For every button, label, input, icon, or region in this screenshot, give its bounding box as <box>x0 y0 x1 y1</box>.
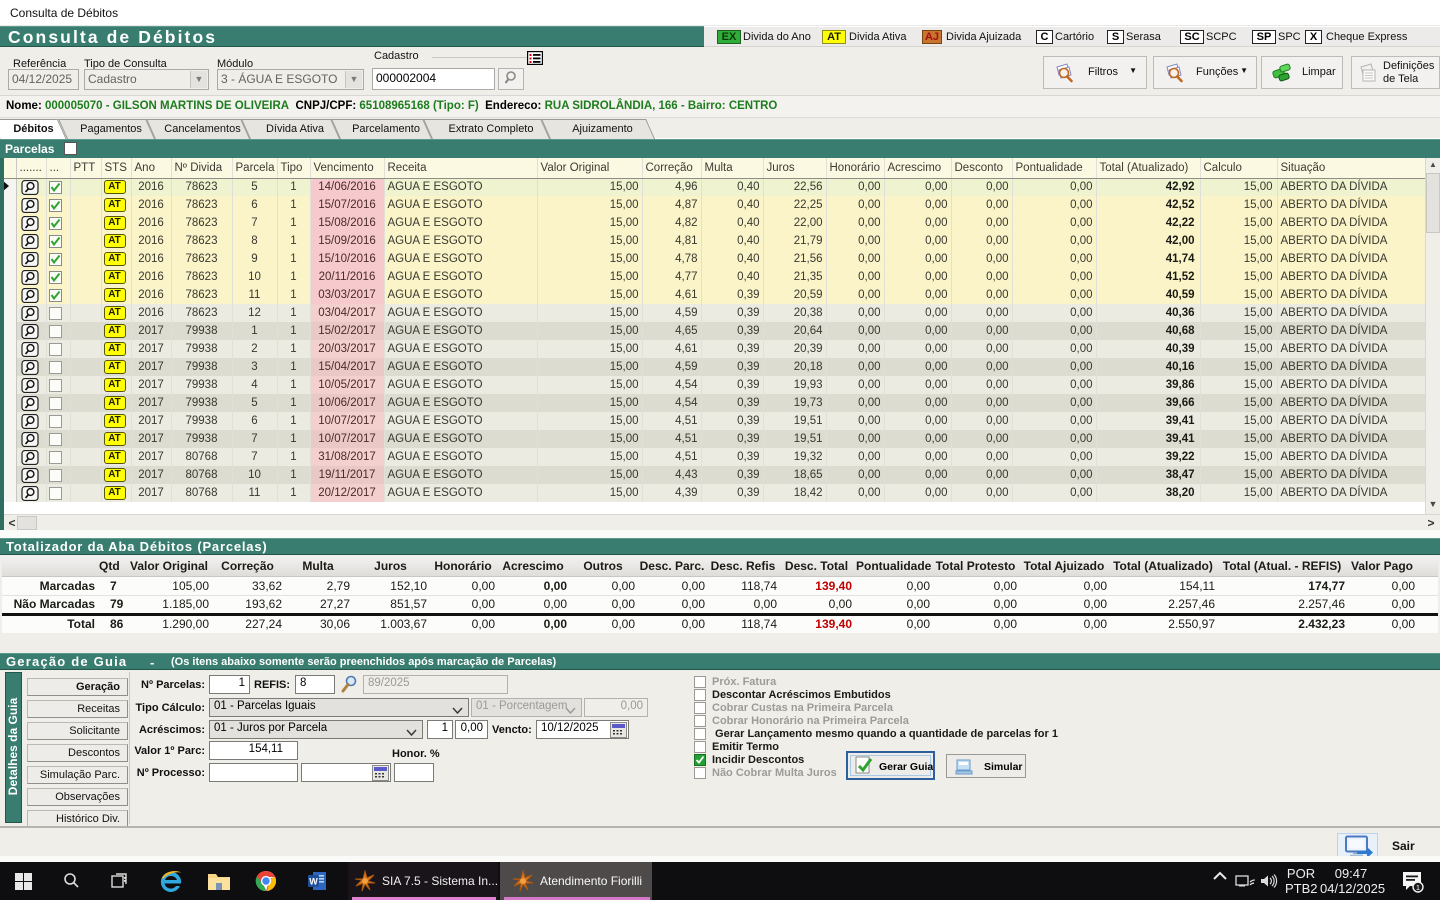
svg-text:1: 1 <box>1416 883 1420 892</box>
svg-text:W: W <box>309 877 318 887</box>
